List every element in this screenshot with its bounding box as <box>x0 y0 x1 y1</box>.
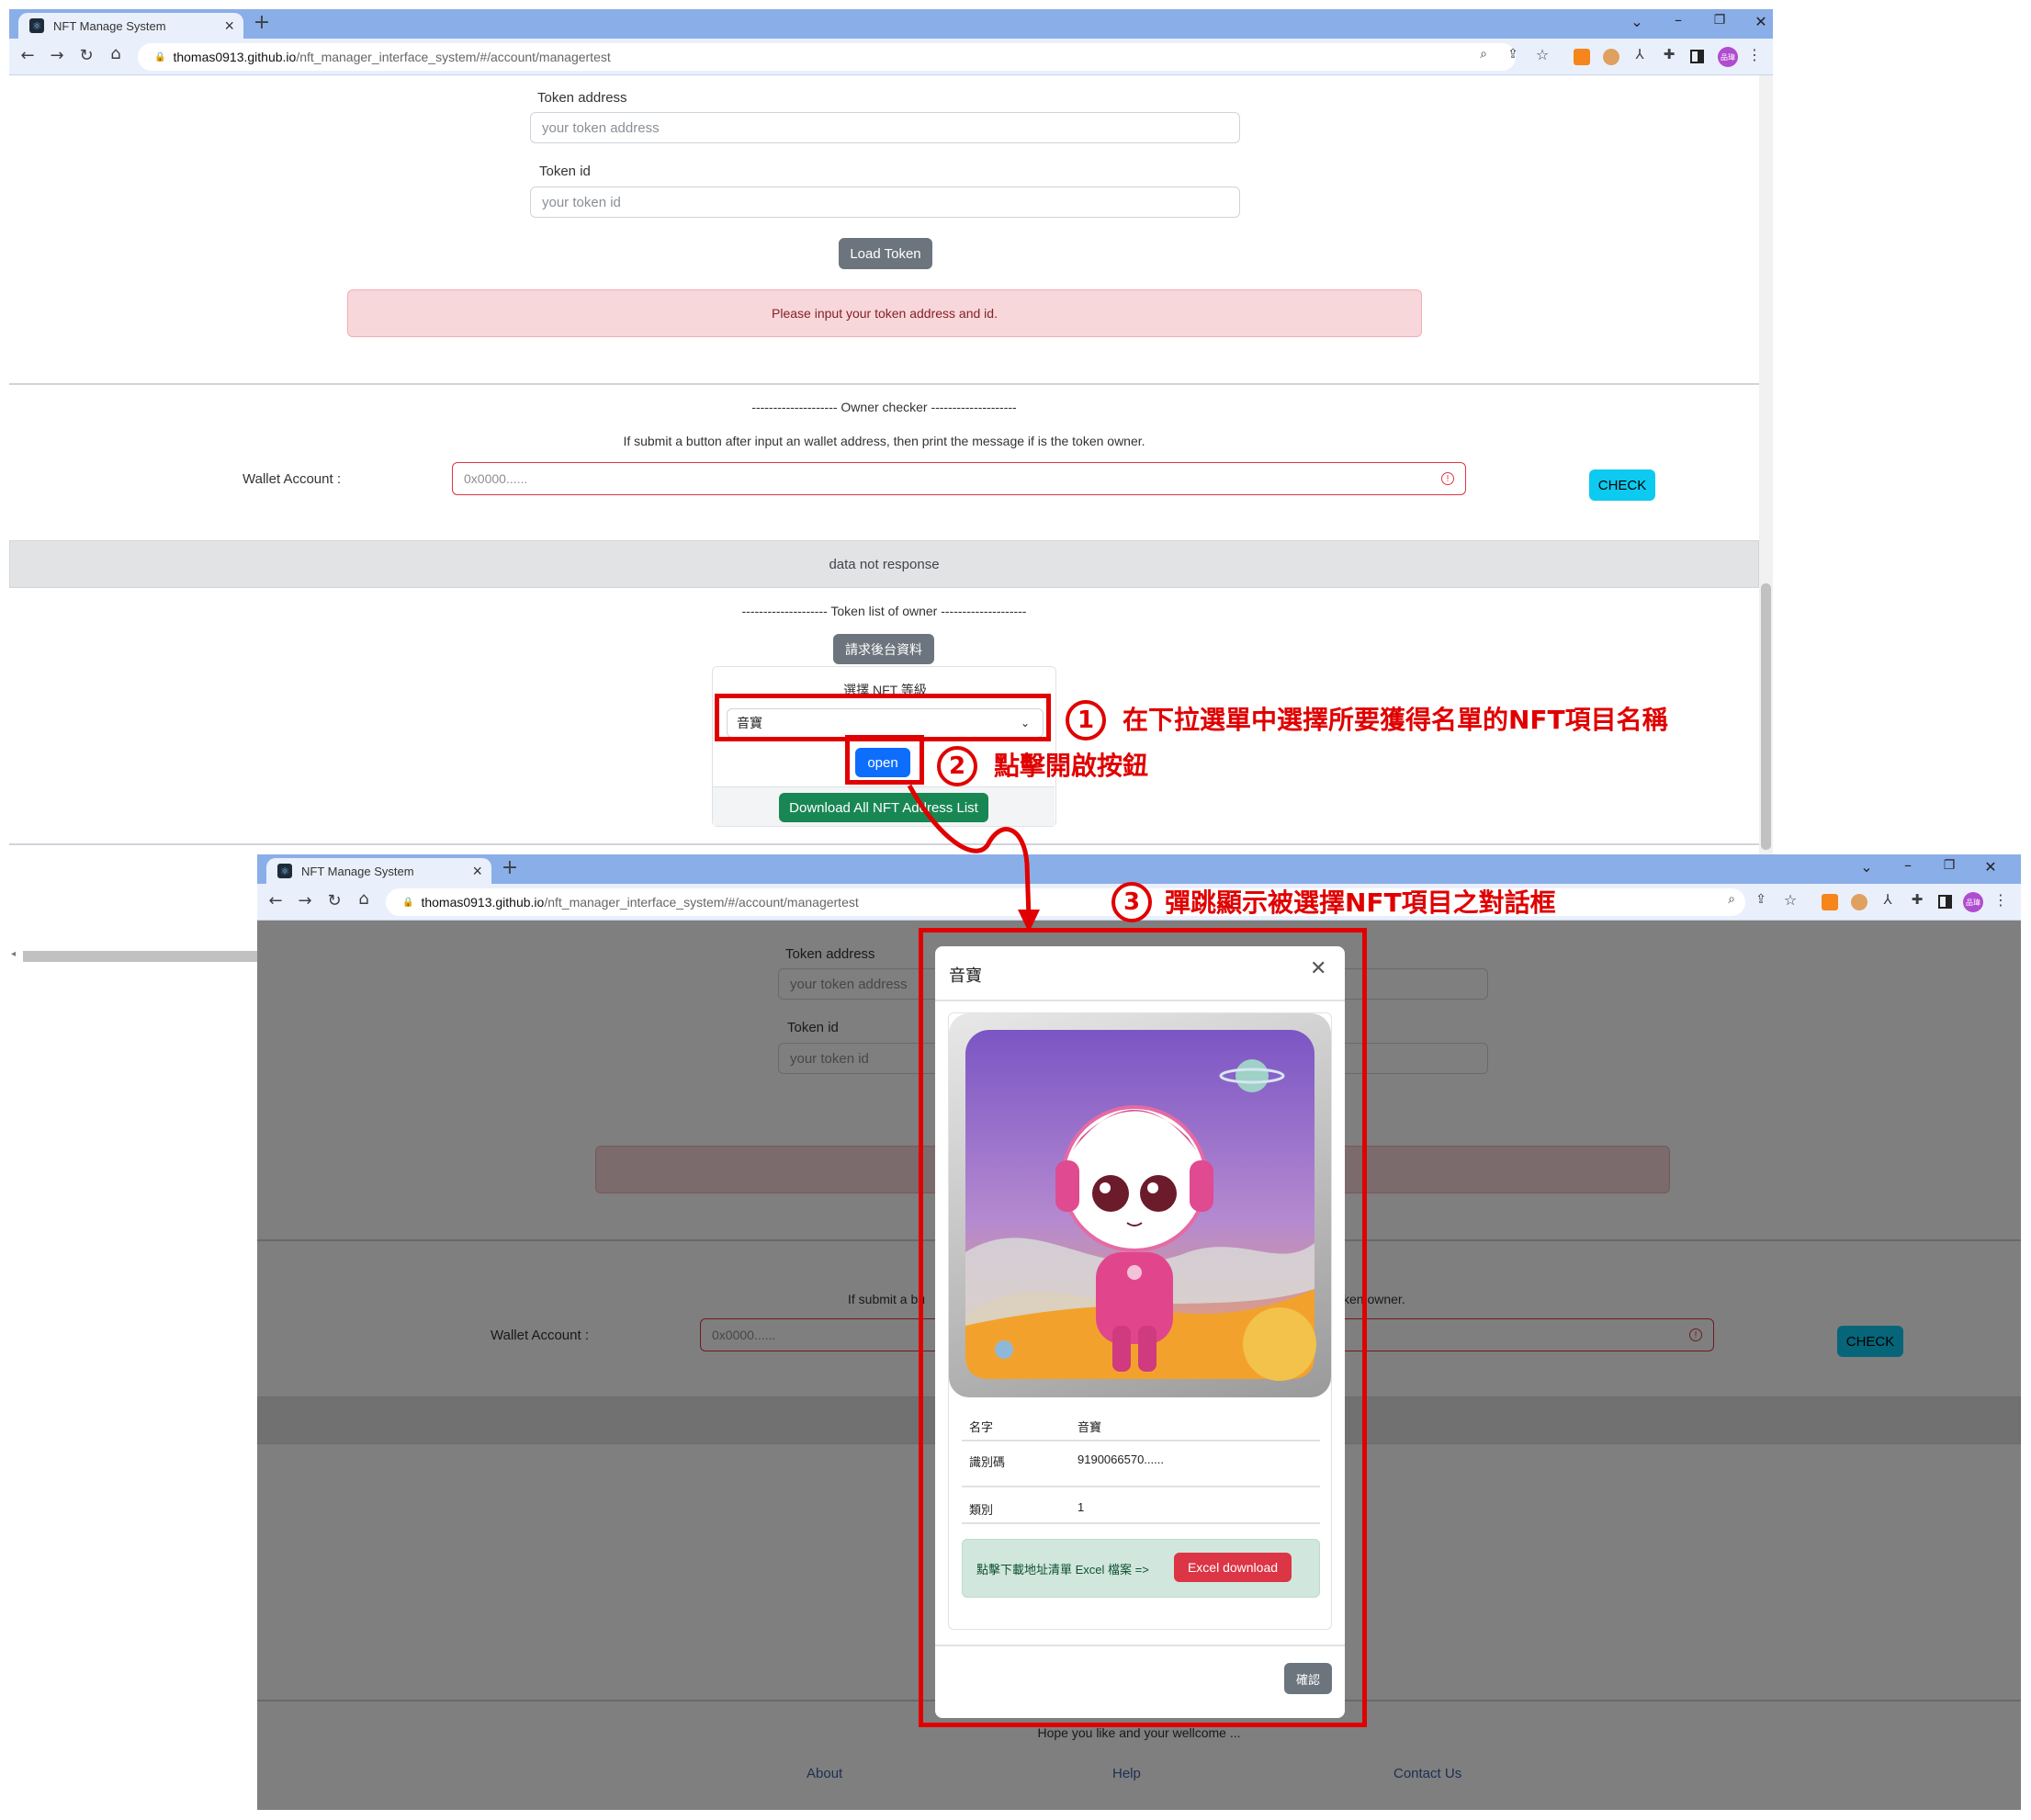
tab-title-2: NFT Manage System <box>301 864 414 878</box>
tab-search-icon-2[interactable]: ⌄ <box>1856 858 1878 876</box>
browser-toolbar: ← → ↻ ⌂ 🔒 thomas0913.github.io /nft_mana… <box>9 39 1773 75</box>
divider-1 <box>9 383 1759 385</box>
close-window-icon-2[interactable]: ✕ <box>1980 858 2002 876</box>
minimize-icon[interactable]: – <box>1667 11 1689 28</box>
bookmark-star-icon-2[interactable]: ☆ <box>1781 891 1800 909</box>
token-id-label: Token id <box>539 164 591 179</box>
metamask-extension-icon[interactable] <box>1574 49 1590 65</box>
new-tab-icon-2[interactable]: + <box>498 856 522 879</box>
back-icon-2[interactable]: ← <box>265 891 287 910</box>
owner-response: data not response <box>9 540 1759 588</box>
zoom-icon-2[interactable]: ⌕ <box>1722 892 1741 907</box>
owner-checker-heading: -------------------- Owner checker -----… <box>751 400 1017 414</box>
token-id-input[interactable]: your token id <box>530 187 1240 218</box>
tab-nft-manage-system[interactable]: ⚛ NFT Manage System × <box>18 13 243 39</box>
wallet-placeholder: 0x0000...... <box>464 471 528 486</box>
url-path: /nft_manager_interface_system/#/account/… <box>296 50 611 64</box>
menu-kebab-icon[interactable]: ⋮ <box>1745 46 1764 63</box>
tab-bar-2: ⚛ NFT Manage System × + ⌄ – ❐ ✕ <box>257 854 2021 884</box>
extension-icon-2b[interactable] <box>1851 894 1867 910</box>
input-alert: Please input your token address and id. <box>347 289 1422 337</box>
check-button[interactable]: CHECK <box>1589 469 1655 501</box>
token-address-label: Token address <box>537 90 627 106</box>
react-favicon-icon-2: ⚛ <box>277 864 292 878</box>
annotation-step-1: 在下拉選單中選擇所要獲得名單的NFT項目名稱 <box>1123 705 1668 735</box>
share-icon-2[interactable]: ⇪ <box>1752 892 1770 907</box>
token-address-input[interactable]: your token address <box>530 112 1240 143</box>
divider-2 <box>9 843 1759 845</box>
lock-icon-2: 🔒 <box>402 897 414 908</box>
wallet-account-label: Wallet Account : <box>243 471 341 487</box>
annotation-step-3: 彈跳顯示被選擇NFT項目之對話框 <box>1165 887 1556 918</box>
annotation-arrow-head <box>1018 910 1040 933</box>
tab-nft-manage-system-2[interactable]: ⚛ NFT Manage System × <box>266 858 491 884</box>
owner-checker-description: If submit a button after input an wallet… <box>623 434 1145 448</box>
bookmark-star-icon[interactable]: ☆ <box>1533 46 1551 63</box>
url-path-2: /nft_manager_interface_system/#/account/… <box>544 895 859 910</box>
scroll-left-arrow-icon[interactable]: ◂ <box>11 949 16 959</box>
load-token-button[interactable]: Load Token <box>839 238 932 269</box>
extension-icon-2[interactable] <box>1603 49 1619 65</box>
close-tab-icon-2[interactable]: × <box>472 862 482 881</box>
puzzle-extensions-icon[interactable]: ✚ <box>1660 46 1678 62</box>
close-window-icon[interactable]: ✕ <box>1750 13 1772 30</box>
extension-icon-3[interactable]: ⅄ <box>1630 46 1649 62</box>
annotation-arrow <box>907 784 1040 933</box>
zoom-icon[interactable]: ⌕ <box>1474 47 1493 62</box>
new-tab-icon[interactable]: + <box>250 11 274 34</box>
extension-icon-3b[interactable]: ⅄ <box>1879 891 1897 908</box>
restore-icon-2[interactable]: ❐ <box>1938 858 1960 873</box>
annotation-step-2: 點擊開啟按鈕 <box>994 751 1149 781</box>
annotation-number-1: 1 <box>1066 700 1106 740</box>
token-list-heading: -------------------- Token list of owner… <box>741 604 1027 618</box>
vertical-scrollbar-thumb[interactable] <box>1761 583 1771 850</box>
request-backend-button[interactable]: 請求後台資料 <box>833 634 934 664</box>
close-tab-icon[interactable]: × <box>224 17 234 36</box>
annotation-number-3: 3 <box>1111 882 1152 922</box>
tab-bar: ⚛ NFT Manage System × + ⌄ – ❐ ✕ <box>9 9 1773 39</box>
invalid-warning-icon: ! <box>1441 472 1454 485</box>
url-host: thomas0913.github.io <box>173 50 297 64</box>
profile-avatar[interactable]: 品瑋 <box>1718 47 1738 67</box>
annotation-box-open <box>845 735 924 785</box>
annotation-box-modal <box>919 928 1367 1727</box>
home-icon[interactable]: ⌂ <box>105 44 127 63</box>
address-bar[interactable]: 🔒 thomas0913.github.io /nft_manager_inte… <box>138 43 1516 71</box>
reload-icon[interactable]: ↻ <box>75 46 97 65</box>
home-icon-2[interactable]: ⌂ <box>353 889 375 909</box>
horizontal-scrollbar-thumb[interactable] <box>23 951 262 962</box>
menu-kebab-icon-2[interactable]: ⋮ <box>1992 891 2010 909</box>
share-icon[interactable]: ⇪ <box>1504 47 1522 62</box>
react-favicon-icon: ⚛ <box>29 18 44 33</box>
puzzle-extensions-icon-2[interactable]: ✚ <box>1908 891 1926 908</box>
back-icon[interactable]: ← <box>17 46 39 65</box>
side-panel-icon-2[interactable] <box>1938 895 1952 909</box>
forward-icon[interactable]: → <box>46 46 68 65</box>
forward-icon-2[interactable]: → <box>294 891 316 910</box>
wallet-account-input[interactable]: 0x0000...... ! <box>452 462 1466 495</box>
tab-title: NFT Manage System <box>53 18 166 33</box>
lock-icon: 🔒 <box>154 51 166 62</box>
tab-search-icon[interactable]: ⌄ <box>1626 13 1648 30</box>
restore-icon[interactable]: ❐ <box>1709 13 1731 28</box>
side-panel-icon[interactable] <box>1690 50 1704 63</box>
minimize-icon-2[interactable]: – <box>1897 856 1919 874</box>
reload-icon-2[interactable]: ↻ <box>323 891 345 910</box>
metamask-extension-icon-2[interactable] <box>1822 894 1838 910</box>
annotation-arrow-line <box>907 784 1032 920</box>
profile-avatar-2[interactable]: 品瑋 <box>1963 892 1983 912</box>
url-host-2: thomas0913.github.io <box>421 895 545 910</box>
